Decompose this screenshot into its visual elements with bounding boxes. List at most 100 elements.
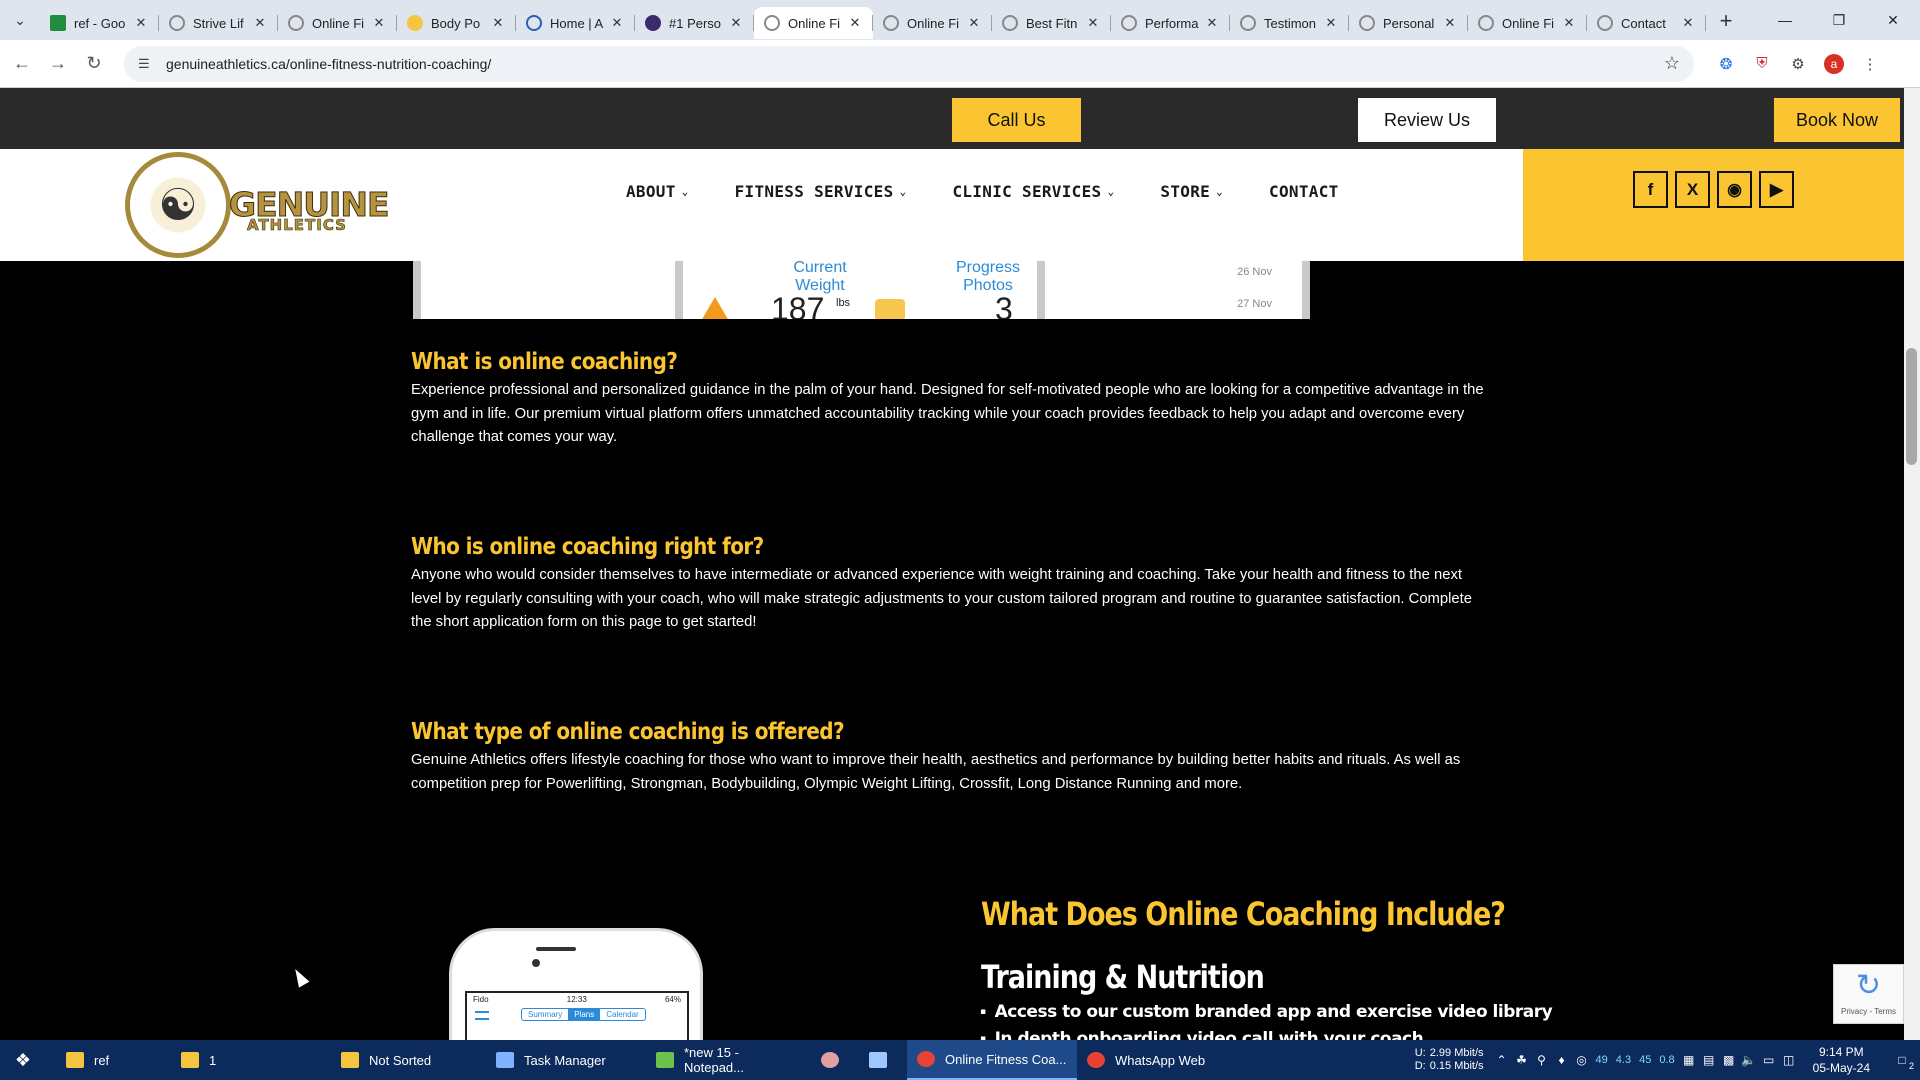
windows-taskbar: ❖ ref 1 Not Sorted Task Manager *new 15 … xyxy=(0,1040,1920,1080)
browser-tab[interactable]: Online Fi ✕ xyxy=(1468,7,1587,39)
close-tab-icon[interactable]: ✕ xyxy=(1323,15,1339,31)
camera-icon xyxy=(875,299,905,319)
close-window-icon[interactable]: ✕ xyxy=(1866,0,1920,40)
chevron-down-icon: ⌄ xyxy=(1107,185,1115,198)
site-header: ☯ GENUINE ATHLETICS ABOUT ⌄ FITNESS SERVI… xyxy=(0,149,1904,261)
tray-app-icon[interactable]: ▦ xyxy=(1679,1053,1699,1067)
nav-label: CONTACT xyxy=(1269,182,1339,201)
url-text[interactable]: genuineathletics.ca/online-fitness-nutri… xyxy=(166,56,1664,72)
tray-app-icon[interactable]: ▩ xyxy=(1719,1053,1739,1067)
browser-menu-icon[interactable]: ⋮ xyxy=(1852,46,1888,82)
browser-tab[interactable]: Contact ✕ xyxy=(1587,7,1706,39)
new-tab-button[interactable]: + xyxy=(1706,8,1746,34)
close-tab-icon[interactable]: ✕ xyxy=(847,15,863,31)
review-us-button[interactable]: Review Us xyxy=(1358,98,1496,142)
youtube-icon[interactable]: ▶ xyxy=(1759,171,1794,208)
taskbar-item[interactable]: Task Manager xyxy=(486,1040,646,1080)
globe-icon[interactable]: ◎ xyxy=(1572,1053,1592,1067)
taskbar-item-active[interactable]: Online Fitness Coa... xyxy=(907,1040,1077,1080)
site-info-icon[interactable]: ☰ xyxy=(138,56,154,72)
close-tab-icon[interactable]: ✕ xyxy=(490,15,506,31)
chevron-down-icon: ⌄ xyxy=(681,185,689,198)
minimize-icon[interactable]: — xyxy=(1758,0,1812,40)
taskbar-item[interactable]: ref xyxy=(56,1040,171,1080)
site-logo[interactable]: ☯ GENUINE ATHLETICS xyxy=(125,152,390,258)
includes-list: Access to our custom branded app and exe… xyxy=(980,1002,1553,1043)
browser-tab[interactable]: Online Fi ✕ xyxy=(278,7,397,39)
browser-tab[interactable]: Personal ✕ xyxy=(1349,7,1468,39)
clock[interactable]: 9:14 PM 05-May-24 xyxy=(1813,1044,1870,1076)
close-tab-icon[interactable]: ✕ xyxy=(371,15,387,31)
network-icon[interactable]: ◫ xyxy=(1779,1053,1799,1067)
profile-avatar[interactable]: a xyxy=(1816,46,1852,82)
tray-app-icon[interactable]: ▤ xyxy=(1699,1053,1719,1067)
site-icon xyxy=(1002,15,1018,31)
page-scrollbar[interactable] xyxy=(1904,88,1920,1040)
instagram-icon[interactable]: ◉ xyxy=(1717,171,1752,208)
facebook-icon[interactable]: f xyxy=(1633,171,1668,208)
close-tab-icon[interactable]: ✕ xyxy=(609,15,625,31)
nav-label: FITNESS SERVICES xyxy=(734,182,894,201)
battery-icon[interactable]: ▭ xyxy=(1759,1053,1779,1067)
scrollbar-thumb[interactable] xyxy=(1906,348,1917,465)
taskbar-item[interactable]: Not Sorted xyxy=(331,1040,486,1080)
call-us-button[interactable]: Call Us xyxy=(952,98,1081,142)
bookmark-star-icon[interactable]: ☆ xyxy=(1664,53,1680,74)
tab-search-dropdown-icon[interactable]: ⌄ xyxy=(0,0,40,40)
net-labels: U: D: xyxy=(1415,1047,1426,1073)
recaptcha-links[interactable]: Privacy - Terms xyxy=(1834,1007,1903,1016)
close-tab-icon[interactable]: ✕ xyxy=(1561,15,1577,31)
browser-tab[interactable]: Best Fitn ✕ xyxy=(992,7,1111,39)
taskbar-item[interactable] xyxy=(811,1040,859,1080)
close-tab-icon[interactable]: ✕ xyxy=(252,15,268,31)
nav-item-fitness-services[interactable]: FITNESS SERVICES ⌄ xyxy=(735,182,907,201)
browser-tab[interactable]: ref - Goo ✕ xyxy=(40,7,159,39)
nav-item-contact[interactable]: CONTACT xyxy=(1269,182,1339,201)
nav-item-about[interactable]: ABOUT ⌄ xyxy=(626,182,689,201)
close-tab-icon[interactable]: ✕ xyxy=(728,15,744,31)
taskbar-item[interactable]: *new 15 - Notepad... xyxy=(646,1040,811,1080)
close-tab-icon[interactable]: ✕ xyxy=(1680,15,1696,31)
nav-item-clinic-services[interactable]: CLINIC SERVICES ⌄ xyxy=(952,182,1114,201)
x-icon[interactable]: X xyxy=(1675,171,1710,208)
chevron-up-icon[interactable]: ⌃ xyxy=(1492,1053,1512,1067)
nav-item-store[interactable]: STORE ⌄ xyxy=(1160,182,1223,201)
close-tab-icon[interactable]: ✕ xyxy=(1442,15,1458,31)
tray-readout: 45 xyxy=(1639,1054,1652,1066)
tab-title: Personal xyxy=(1383,15,1435,31)
book-now-button[interactable]: Book Now xyxy=(1774,98,1900,142)
shield-extension-icon[interactable]: ⛨ xyxy=(1744,46,1780,82)
reload-icon[interactable]: ↻ xyxy=(76,46,112,82)
tab-title: ref - Goo xyxy=(74,15,126,31)
address-bar[interactable]: ☰ genuineathletics.ca/online-fitness-nut… xyxy=(124,45,1694,82)
browser-tab[interactable]: Strive Lif ✕ xyxy=(159,7,278,39)
close-tab-icon[interactable]: ✕ xyxy=(133,15,149,31)
page-content: Current Weight 187 lbs Progress Photos 3… xyxy=(0,261,1904,1071)
windows-start-icon[interactable]: ❖ xyxy=(0,1040,46,1080)
back-icon[interactable]: ← xyxy=(4,46,40,82)
close-tab-icon[interactable]: ✕ xyxy=(1204,15,1220,31)
close-tab-icon[interactable]: ✕ xyxy=(1085,15,1101,31)
browser-tab[interactable]: #1 Perso ✕ xyxy=(635,7,754,39)
browser-tab[interactable]: Online Fi ✕ xyxy=(873,7,992,39)
volume-icon[interactable]: 🔈 xyxy=(1739,1053,1759,1067)
browser-tab[interactable]: Home | A ✕ xyxy=(516,7,635,39)
browser-tab-active[interactable]: Online Fi ✕ xyxy=(754,7,873,39)
tray-app-icon[interactable]: ☘ xyxy=(1512,1053,1532,1067)
restore-icon[interactable]: ❐ xyxy=(1812,0,1866,40)
search-icon[interactable]: ⚲ xyxy=(1532,1053,1552,1067)
close-tab-icon[interactable]: ✕ xyxy=(966,15,982,31)
taskbar-item[interactable]: WhatsApp Web xyxy=(1077,1040,1227,1080)
browser-tab[interactable]: Performa ✕ xyxy=(1111,7,1230,39)
extension-icon[interactable]: ❂ xyxy=(1708,46,1744,82)
browser-tab[interactable]: Body Po ✕ xyxy=(397,7,516,39)
taskbar-item[interactable]: 1 xyxy=(171,1040,331,1080)
forward-icon[interactable]: → xyxy=(40,46,76,82)
extensions-puzzle-icon[interactable]: ⚙ xyxy=(1780,46,1816,82)
site-icon xyxy=(764,15,780,31)
recaptcha-badge[interactable]: ↻ Privacy - Terms xyxy=(1833,964,1904,1024)
browser-tab[interactable]: Testimon ✕ xyxy=(1230,7,1349,39)
taskbar-item[interactable] xyxy=(859,1040,907,1080)
tray-app-icon[interactable]: ♦ xyxy=(1552,1053,1572,1067)
notifications-icon[interactable]: □ 2 xyxy=(1884,1053,1920,1071)
